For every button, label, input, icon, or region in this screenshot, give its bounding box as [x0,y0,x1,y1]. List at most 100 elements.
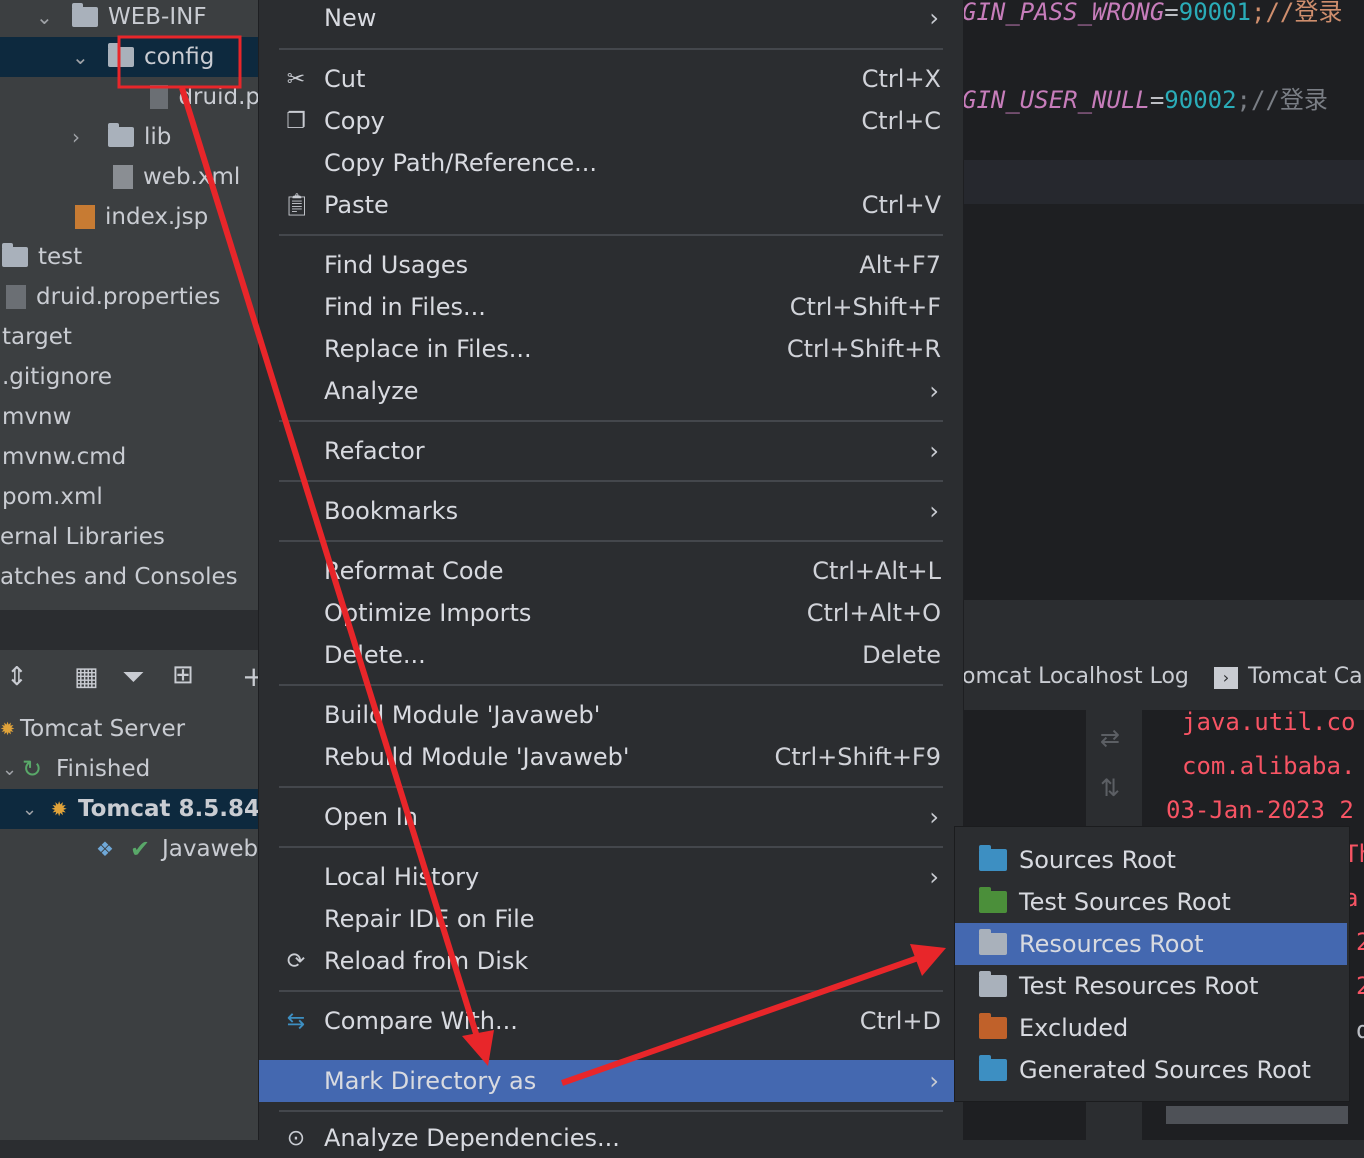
context-menu: New › ✂ Cut Ctrl+X ❐ Copy Ctrl+C Copy Path/… [258,0,964,1152]
service-finished[interactable]: ⌄ ↻ Finished [0,749,260,789]
menu-item-analyze-dependencies[interactable]: ⊙ Analyze Dependencies... [259,1118,963,1158]
menu-item-analyze[interactable]: Analyze › [259,371,963,411]
folder-icon [108,123,134,147]
horizontal-scrollbar[interactable] [1166,1106,1348,1124]
sources-root-folder-icon [979,845,1007,871]
tree-item-druid-properties[interactable]: druid.p [0,77,260,117]
jsp-file-icon [75,205,95,229]
folder-icon [2,243,28,267]
services-tree: ✹ Tomcat Server ⌄ ↻ Finished ⌄ ✹ Tomcat … [0,706,260,1140]
menu-separator [279,234,943,236]
log-line: 03-Jan-2023 2 [1166,796,1354,824]
menu-item-mark-directory-as[interactable]: Mark Directory as › [259,1060,963,1102]
service-javaweb[interactable]: ❖ ✔ Javaweb [0,829,260,869]
chevron-right-icon: › [929,4,939,32]
dependencies-icon: ⊙ [286,1126,306,1151]
menu-item-replace-in-files[interactable]: Replace in Files... Ctrl+Shift+R [259,329,963,369]
menu-item-repair-ide[interactable]: Repair IDE on File [259,899,963,939]
new-service-icon[interactable]: ⊞ [172,660,194,690]
menu-separator [279,786,943,788]
tree-item-test[interactable]: test [0,237,260,277]
collapse-all-icon[interactable]: ⇕ [6,662,28,692]
menu-item-cut[interactable]: ✂ Cut Ctrl+X [259,59,963,99]
submenu-item-test-sources-root[interactable]: Test Sources Root [955,881,1347,923]
group-icon[interactable]: ▦ [74,662,99,692]
menu-item-bookmarks[interactable]: Bookmarks › [259,491,963,531]
chevron-right-icon: › [929,803,939,831]
submenu-item-sources-root[interactable]: Sources Root [955,839,1347,881]
tomcat-icon: ✹ [50,797,68,821]
menu-item-delete[interactable]: Delete... Delete [259,635,963,675]
services-header [0,610,260,650]
tab-tomcat-localhost-log[interactable]: omcat Localhost Log [962,664,1189,689]
menu-item-copy[interactable]: ❐ Copy Ctrl+C [259,101,963,141]
tree-item-pom-xml[interactable]: pom.xml [0,477,260,517]
tab-tomcat-catalina-log[interactable]: › Tomcat Ca [1214,664,1363,689]
menu-item-paste[interactable]: 📋︎ Paste Ctrl+V [259,185,963,225]
folder-icon [72,3,98,27]
tree-item-index-jsp[interactable]: index.jsp [0,197,260,237]
menu-item-local-history[interactable]: Local History › [259,857,963,897]
wrap-icon[interactable]: ⇄ [1100,724,1120,752]
tree-item-lib[interactable]: › lib [0,117,260,157]
tree-item-druid-properties-root[interactable]: druid.properties [0,277,260,317]
log-fragment: 2 [1356,972,1364,1000]
mark-directory-submenu: Sources Root Test Sources Root Resources… [954,826,1350,1102]
service-tomcat-server[interactable]: ✹ Tomcat Server [0,709,260,749]
menu-separator [279,990,943,992]
submenu-item-excluded[interactable]: Excluded [955,1007,1347,1049]
menu-item-copy-path[interactable]: Copy Path/Reference... [259,143,963,183]
test-resources-folder-icon [979,971,1007,997]
submenu-item-resources-root[interactable]: Resources Root [955,923,1347,965]
tree-item-mvnw-cmd[interactable]: mvnw.cmd [0,437,260,477]
menu-item-compare-with[interactable]: ⇆ Compare With... Ctrl+D [259,1001,963,1041]
tree-item-mvnw[interactable]: mvnw [0,397,260,437]
code-line-2: GIN_USER_NULL=90002;//登录 [962,86,1328,114]
tree-item-scratches[interactable]: atches and Consoles [0,557,260,597]
caret-line [962,160,1364,204]
menu-separator [279,684,943,686]
folder-icon [108,43,134,67]
service-tomcat-8[interactable]: ⌄ ✹ Tomcat 8.5.84 [0,789,260,829]
excluded-folder-icon [979,1013,1007,1039]
tree-item-config[interactable]: ⌄ config [0,37,260,77]
menu-item-find-in-files[interactable]: Find in Files... Ctrl+Shift+F [259,287,963,327]
reload-icon: ⟳ [286,949,306,974]
tree-item-web-xml[interactable]: web.xml [0,157,260,197]
submenu-item-generated-sources-root[interactable]: Generated Sources Root [955,1049,1347,1091]
menu-item-new[interactable]: New › [259,0,963,38]
tomcat-icon: ✹ [0,718,16,740]
tree-item-external-libraries[interactable]: ernal Libraries [0,517,260,557]
scroll-icon[interactable]: ⇅ [1100,774,1120,802]
menu-item-find-usages[interactable]: Find Usages Alt+F7 [259,245,963,285]
menu-separator [279,540,943,542]
menu-separator [279,846,943,848]
menu-item-open-in[interactable]: Open In › [259,797,963,837]
filter-icon[interactable]: ⏷ [122,660,144,694]
test-sources-folder-icon [979,887,1007,913]
console-icon: › [1214,667,1238,689]
xml-file-icon [113,165,133,189]
menu-separator [279,420,943,422]
menu-item-optimize-imports[interactable]: Optimize Imports Ctrl+Alt+O [259,593,963,633]
tree-item-gitignore[interactable]: .gitignore [0,357,260,397]
log-line: com.alibaba. [1182,752,1356,780]
menu-item-refactor[interactable]: Refactor › [259,431,963,471]
menu-item-reload-from-disk[interactable]: ⟳ Reload from Disk [259,941,963,981]
menu-separator [279,480,943,482]
menu-item-reformat-code[interactable]: Reformat Code Ctrl+Alt+L [259,551,963,591]
chevron-right-icon: › [929,437,939,465]
compare-icon: ⇆ [286,1009,306,1034]
tree-item-target[interactable]: target [0,317,260,357]
submenu-item-test-resources-root[interactable]: Test Resources Root [955,965,1347,1007]
tree-item-web-inf[interactable]: ⌄ WEB-INF [0,0,260,37]
menu-separator [279,1110,943,1112]
chevron-right-icon: › [929,1067,939,1095]
menu-item-rebuild-module[interactable]: Rebuild Module 'Javaweb' Ctrl+Shift+F9 [259,737,963,777]
services-toolbar: ⇕ ▦ ⏷ ⊞ + [0,650,265,707]
menu-item-build-module[interactable]: Build Module 'Javaweb' [259,695,963,735]
rerun-icon: ↻ [22,755,43,783]
chevron-right-icon: › [929,497,939,525]
chevron-right-icon: › [929,863,939,891]
log-tabs: omcat Localhost Log › Tomcat Ca [962,600,1364,710]
